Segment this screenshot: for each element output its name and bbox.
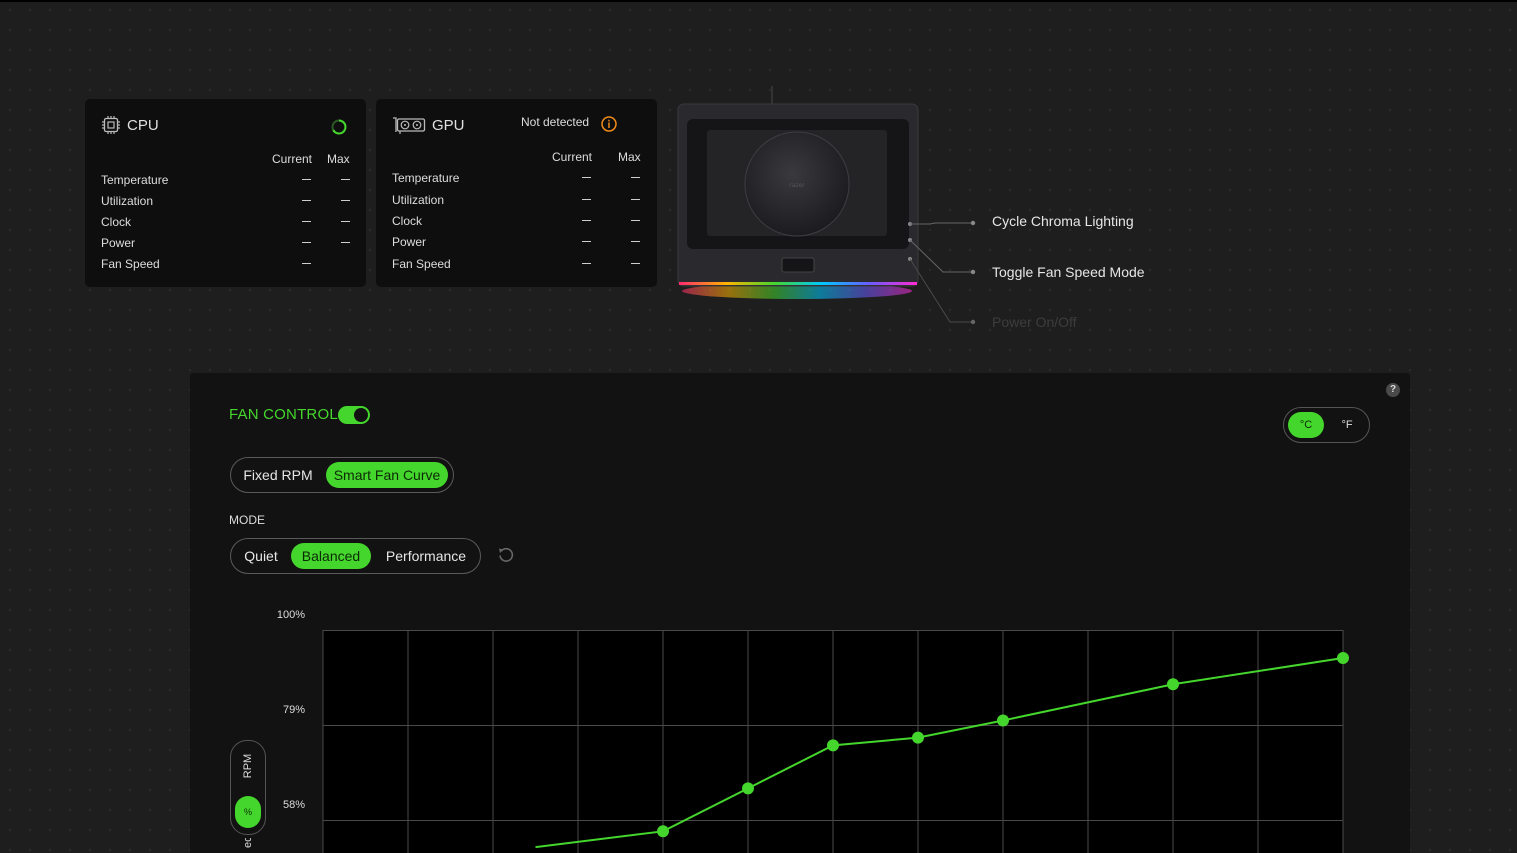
fan-curve-point[interactable] — [997, 714, 1009, 727]
cpu-row-temperature: Temperature — [101, 173, 169, 187]
gpu-temp-current-value — [582, 177, 591, 178]
unit-celsius-button[interactable]: °C — [1288, 412, 1324, 438]
smart-fan-curve-button[interactable]: Smart Fan Curve — [326, 462, 448, 488]
y-tick-label: 58% — [282, 799, 305, 811]
loading-spinner-icon — [331, 119, 347, 135]
cpu-power-max-value — [341, 242, 350, 243]
gpu-row-clock: Clock — [392, 214, 423, 228]
mode-segment: Quiet Balanced Performance — [230, 538, 481, 574]
cpu-fan-current-value — [302, 263, 311, 264]
gpu-clock-max-value — [631, 220, 640, 221]
cpu-col-current: Current — [272, 152, 313, 166]
gpu-row-utilization: Utilization — [392, 193, 445, 207]
gpu-power-current-value — [582, 241, 591, 242]
fan-control-toggle[interactable] — [338, 406, 370, 424]
gpu-card-icon — [392, 115, 426, 135]
cpu-row-fan-speed: Fan Speed — [101, 257, 160, 271]
cpu-util-max-value — [341, 200, 350, 201]
fan-curve-point[interactable] — [1337, 652, 1349, 665]
y-axis-label-text: ed — [242, 838, 254, 848]
control-type-segment: Fixed RPM Smart Fan Curve — [230, 457, 454, 493]
toggle-knob — [354, 408, 368, 422]
cpu-power-current-value — [302, 242, 311, 243]
fan-curve-point[interactable] — [657, 825, 669, 838]
callout-lines — [909, 220, 976, 325]
gpu-power-max-value — [631, 241, 640, 242]
gpu-title-label: GPU — [432, 116, 465, 134]
cpu-title-label: CPU — [127, 116, 159, 134]
fan-curve-point[interactable] — [742, 782, 754, 795]
svg-text:razer: razer — [789, 182, 805, 189]
gpu-status-text: Not detected — [521, 115, 590, 129]
gpu-util-current-value — [582, 199, 591, 200]
rpm-option-button[interactable]: RPM — [240, 751, 256, 781]
cpu-util-current-value — [302, 200, 311, 201]
cpu-row-utilization: Utilization — [101, 194, 154, 208]
gpu-col-max: Max — [618, 150, 641, 164]
gpu-row-temperature: Temperature — [392, 171, 460, 185]
unit-fahrenheit-button[interactable]: °F — [1330, 412, 1364, 438]
cpu-card-title: CPU — [101, 115, 159, 135]
window-top-border — [0, 0, 1517, 2]
cpu-clock-max-value — [341, 221, 350, 222]
gpu-stats-card: GPU Not detected Current Max Temperature… — [376, 99, 657, 287]
fixed-rpm-button[interactable]: Fixed RPM — [235, 462, 321, 488]
mode-quiet-button[interactable]: Quiet — [236, 543, 286, 569]
percent-option-button[interactable]: % — [235, 796, 261, 828]
cpu-clock-current-value — [302, 221, 311, 222]
fan-curve-point[interactable] — [912, 731, 924, 744]
fan-curve-point[interactable] — [827, 739, 839, 752]
callout-power: Power On/Off — [992, 314, 1077, 330]
y-tick-label: 79% — [282, 704, 305, 716]
temperature-unit-toggle: °C °F — [1283, 407, 1370, 443]
gpu-util-max-value — [631, 199, 640, 200]
cpu-row-clock: Clock — [101, 215, 132, 229]
cpu-col-max: Max — [327, 152, 350, 166]
mode-balanced-button[interactable]: Balanced — [291, 543, 371, 569]
y-axis-label: ed — [240, 838, 256, 853]
gpu-fan-max-value — [631, 263, 640, 264]
fan-curve-line — [535, 657, 1344, 849]
cpu-row-power: Power — [101, 236, 136, 250]
callout-cycle-chroma: Cycle Chroma Lighting — [992, 213, 1134, 229]
cpu-temp-current-value — [302, 179, 311, 180]
y-axis-unit-toggle: RPM % — [230, 740, 266, 835]
mode-label: MODE — [229, 513, 265, 527]
cpu-temp-max-value — [341, 179, 350, 180]
fan-control-label: FAN CONTROL — [229, 406, 338, 423]
laptop-cooling-pad-image: razer — [677, 86, 919, 299]
reset-icon[interactable] — [497, 546, 515, 564]
gpu-card-title: GPU — [392, 115, 465, 135]
gpu-fan-current-value — [582, 263, 591, 264]
cpu-stats-card: CPU Current Max Temperature Utilization … — [85, 99, 366, 287]
cpu-chip-icon — [101, 115, 121, 135]
rpm-option-label: RPM — [242, 754, 254, 778]
gpu-clock-current-value — [582, 220, 591, 221]
fan-curve-point[interactable] — [1167, 678, 1179, 691]
callout-toggle-fan-mode: Toggle Fan Speed Mode — [992, 264, 1145, 280]
mode-performance-button[interactable]: Performance — [376, 543, 476, 569]
gpu-row-fan-speed: Fan Speed — [392, 257, 451, 271]
gpu-col-current: Current — [552, 150, 593, 164]
y-tick-label: 100% — [276, 609, 305, 621]
info-circle-icon[interactable] — [601, 116, 617, 132]
help-icon[interactable]: ? — [1386, 383, 1400, 397]
gpu-temp-max-value — [631, 177, 640, 178]
fan-curve-chart[interactable] — [322, 630, 1349, 853]
gpu-row-power: Power — [392, 235, 427, 249]
